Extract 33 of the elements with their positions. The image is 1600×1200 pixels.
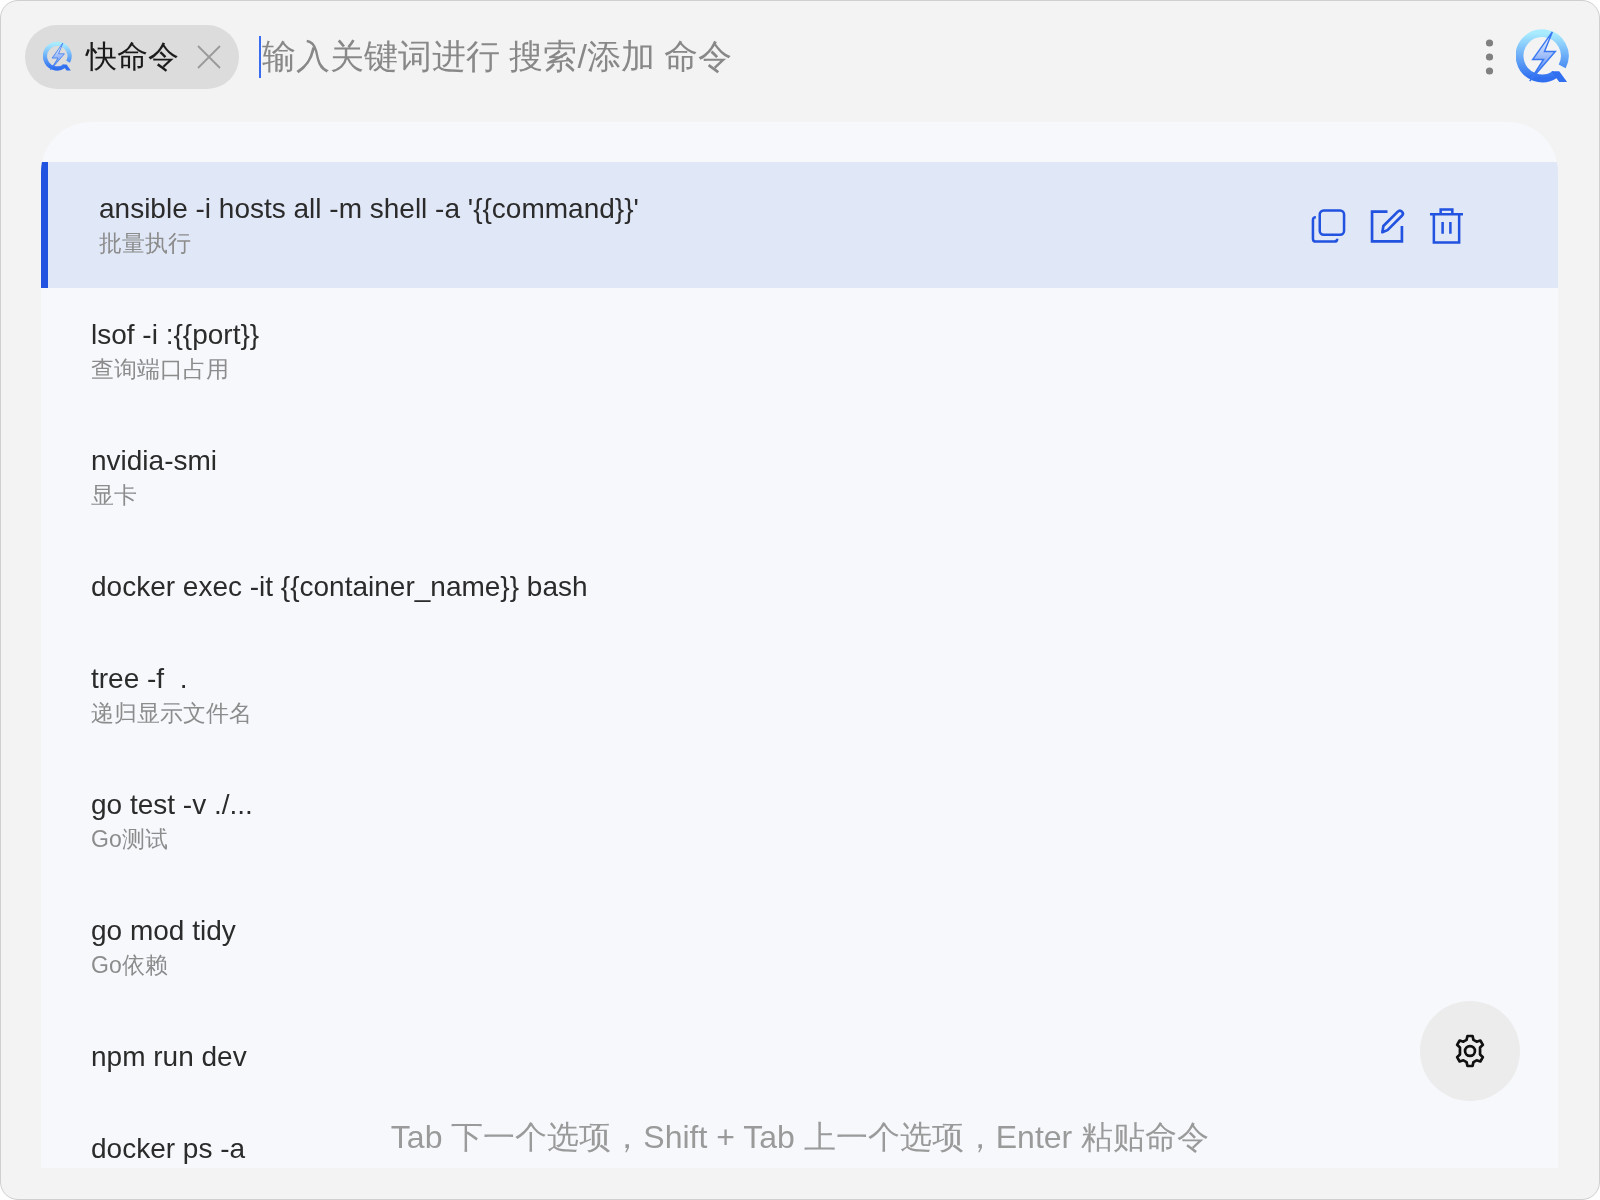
command-text: tree -f . [91, 662, 188, 696]
keyboard-hint: Tab 下一个选项，Shift + Tab 上一个选项，Enter 粘贴命令 [390, 1118, 1210, 1157]
search-input[interactable]: 输入关键词进行 搜索/添加 命令 [259, 35, 1485, 78]
command-description: 批量执行 [99, 229, 191, 258]
command-item[interactable]: tree -f . 递归显示文件名 [41, 632, 272, 758]
command-description: Go测试 [91, 825, 168, 854]
command-text: npm run dev [91, 1040, 247, 1074]
command-item[interactable]: ansible -i hosts all -m shell -a '{{command}}' 批量执行 [41, 162, 1558, 288]
edit-icon[interactable] [1370, 208, 1405, 244]
command-text: go mod tidy [91, 914, 236, 948]
command-text: ansible -i hosts all -m shell -a '{{command}}' [99, 192, 639, 226]
command-text: nvidia-smi [91, 444, 218, 478]
command-description: Go依赖 [91, 951, 168, 980]
command-item[interactable]: npm run dev [41, 1010, 267, 1102]
command-text: lsof -i :{{port}} [91, 318, 260, 352]
command-item[interactable]: nvidia-smi 显卡 [41, 414, 238, 540]
command-item[interactable]: docker ps -a [41, 1102, 266, 1168]
trash-icon[interactable] [1429, 208, 1464, 244]
command-item[interactable]: docker exec -it {{container_name}} bash [41, 540, 608, 632]
command-description: 显卡 [91, 481, 137, 510]
command-text: docker exec -it {{container_name}} bash [91, 570, 588, 604]
copy-icon[interactable] [1311, 208, 1346, 244]
command-text: docker ps -a [91, 1132, 246, 1166]
command-text: go test -v ./... [91, 788, 253, 822]
command-item[interactable]: go mod tidy Go依赖 [41, 884, 256, 1010]
lightning-logo-icon [43, 41, 73, 72]
more-menu-icon[interactable] [1485, 38, 1494, 75]
command-item[interactable]: go test -v ./... Go测试 [41, 758, 273, 884]
command-description: 递归显示文件名 [91, 699, 252, 728]
command-item[interactable]: lsof -i :{{port}} 查询端口占用 [41, 288, 280, 414]
app-tag-label: 快命令 [86, 37, 179, 76]
command-description: 查询端口占用 [91, 355, 229, 384]
lightning-logo-icon [1516, 28, 1571, 85]
